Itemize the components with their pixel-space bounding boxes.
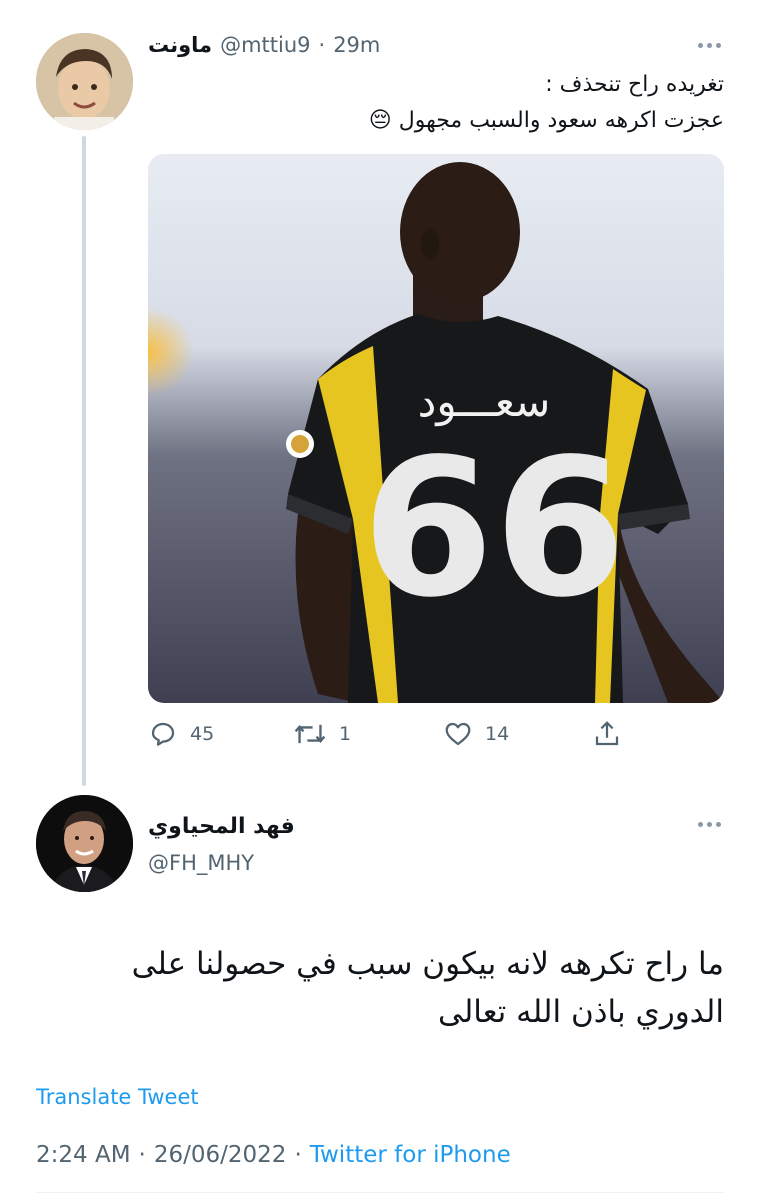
football-player-photo-icon: سعـــود 66 [148, 154, 724, 703]
tweet2-handle[interactable]: @FH_MHY [148, 848, 254, 878]
tweet2-text-line2: الدوري باذن الله تعالى [438, 994, 724, 1030]
display-name[interactable]: ماونت [148, 33, 212, 57]
tweet-source-link[interactable]: Twitter for iPhone [310, 1138, 511, 1172]
thread-line [82, 136, 86, 786]
separator: · [318, 33, 326, 57]
timestamp[interactable]: 29m [333, 33, 380, 57]
jersey-number: 66 [362, 418, 626, 639]
divider [36, 1192, 725, 1193]
translate-tweet-link[interactable]: Translate Tweet [36, 1082, 199, 1112]
tweet-date[interactable]: 26/06/2022 [154, 1138, 287, 1172]
separator: · [294, 1142, 302, 1168]
tweet1-text-line1: تغريده راح تنحذف : [545, 72, 724, 97]
tweet-time[interactable]: 2:24 AM [36, 1138, 131, 1172]
more-options-icon[interactable] [698, 43, 721, 48]
share-button[interactable] [592, 718, 622, 750]
tweet2-display-name[interactable]: فهد المحياوي [148, 812, 295, 842]
more-options-icon[interactable] [698, 822, 721, 827]
tweet-meta: 2:24 AM · 26/06/2022 · Twitter for iPhon… [36, 1138, 511, 1172]
retweet-button[interactable]: 1 [293, 718, 351, 750]
child-portrait-icon [36, 33, 133, 130]
like-count: 14 [485, 723, 510, 745]
tweet1-text-line2: عجزت اكرهه سعود والسبب مجهول 😔 [368, 108, 724, 133]
avatar[interactable] [36, 795, 133, 892]
like-button[interactable]: 14 [443, 718, 509, 750]
tweet2-text-line1: ما راح تكرهه لانه بيكون سبب في حصولنا عل… [131, 946, 724, 982]
avatar[interactable] [36, 33, 133, 130]
retweet-icon [294, 724, 326, 744]
retweet-count: 1 [339, 723, 352, 745]
reply-button[interactable]: 45 [148, 718, 214, 750]
reply-count: 45 [190, 723, 215, 745]
reply-icon [151, 722, 175, 746]
tweet1-header: ماونت @mttiu9 · 29m [148, 30, 380, 60]
heart-icon [445, 722, 471, 746]
man-portrait-icon [36, 795, 133, 892]
share-icon [595, 721, 619, 746]
separator: · [138, 1142, 146, 1168]
tweet-image[interactable]: سعـــود 66 [148, 154, 724, 703]
handle[interactable]: @mttiu9 [220, 33, 310, 57]
